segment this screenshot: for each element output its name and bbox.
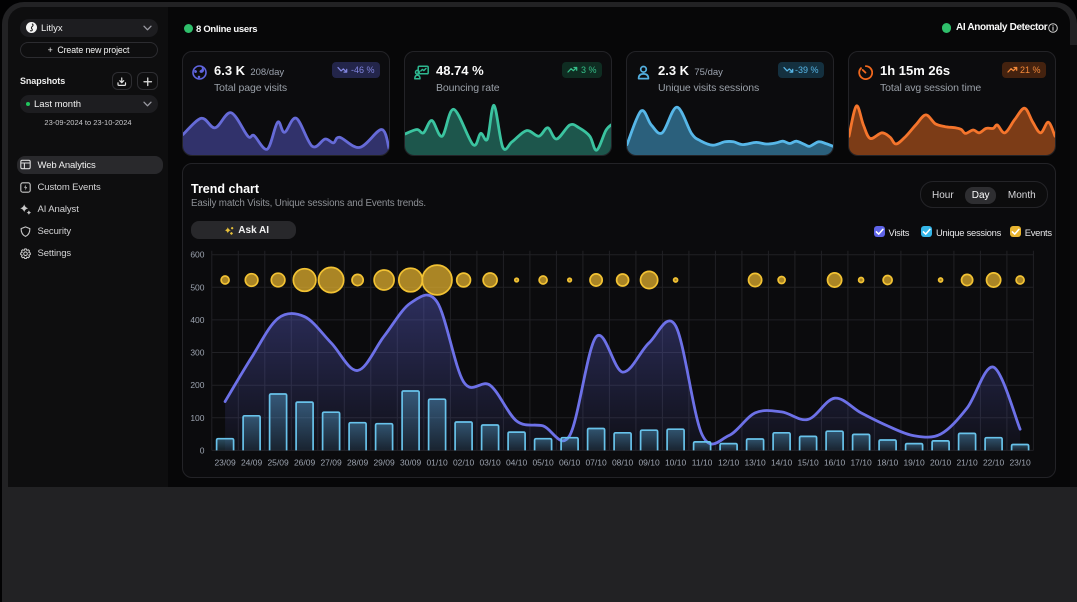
- svg-text:0: 0: [199, 445, 204, 455]
- svg-text:20/10: 20/10: [929, 458, 951, 468]
- svg-text:03/10: 03/10: [479, 458, 501, 468]
- svg-text:01/10: 01/10: [426, 458, 448, 468]
- svg-text:22/10: 22/10: [982, 458, 1004, 468]
- svg-text:16/10: 16/10: [823, 458, 845, 468]
- svg-text:17/10: 17/10: [850, 458, 872, 468]
- svg-text:30/09: 30/09: [399, 458, 421, 468]
- svg-text:12/10: 12/10: [717, 458, 739, 468]
- svg-text:19/10: 19/10: [903, 458, 925, 468]
- svg-text:08/10: 08/10: [611, 458, 633, 468]
- svg-text:300: 300: [190, 348, 204, 358]
- svg-text:13/10: 13/10: [744, 458, 766, 468]
- svg-text:05/10: 05/10: [532, 458, 554, 468]
- svg-text:04/10: 04/10: [505, 458, 527, 468]
- svg-text:11/10: 11/10: [691, 458, 712, 468]
- svg-text:14/10: 14/10: [770, 458, 792, 468]
- svg-text:23/09: 23/09: [214, 458, 236, 468]
- svg-text:26/09: 26/09: [293, 458, 315, 468]
- svg-text:25/09: 25/09: [267, 458, 289, 468]
- svg-text:29/09: 29/09: [373, 458, 395, 468]
- svg-text:21/10: 21/10: [956, 458, 978, 468]
- svg-text:500: 500: [190, 282, 204, 292]
- svg-text:09/10: 09/10: [638, 458, 660, 468]
- svg-text:23/10: 23/10: [1009, 458, 1031, 468]
- svg-text:07/10: 07/10: [585, 458, 607, 468]
- svg-text:200: 200: [190, 380, 204, 390]
- svg-text:18/10: 18/10: [876, 458, 898, 468]
- svg-text:24/09: 24/09: [240, 458, 262, 468]
- svg-text:100: 100: [190, 413, 204, 423]
- svg-text:15/10: 15/10: [797, 458, 819, 468]
- svg-text:06/10: 06/10: [558, 458, 580, 468]
- svg-text:28/09: 28/09: [346, 458, 368, 468]
- svg-text:10/10: 10/10: [664, 458, 686, 468]
- svg-text:600: 600: [190, 250, 204, 260]
- svg-text:02/10: 02/10: [452, 458, 474, 468]
- svg-text:400: 400: [190, 315, 204, 325]
- svg-text:27/09: 27/09: [320, 458, 342, 468]
